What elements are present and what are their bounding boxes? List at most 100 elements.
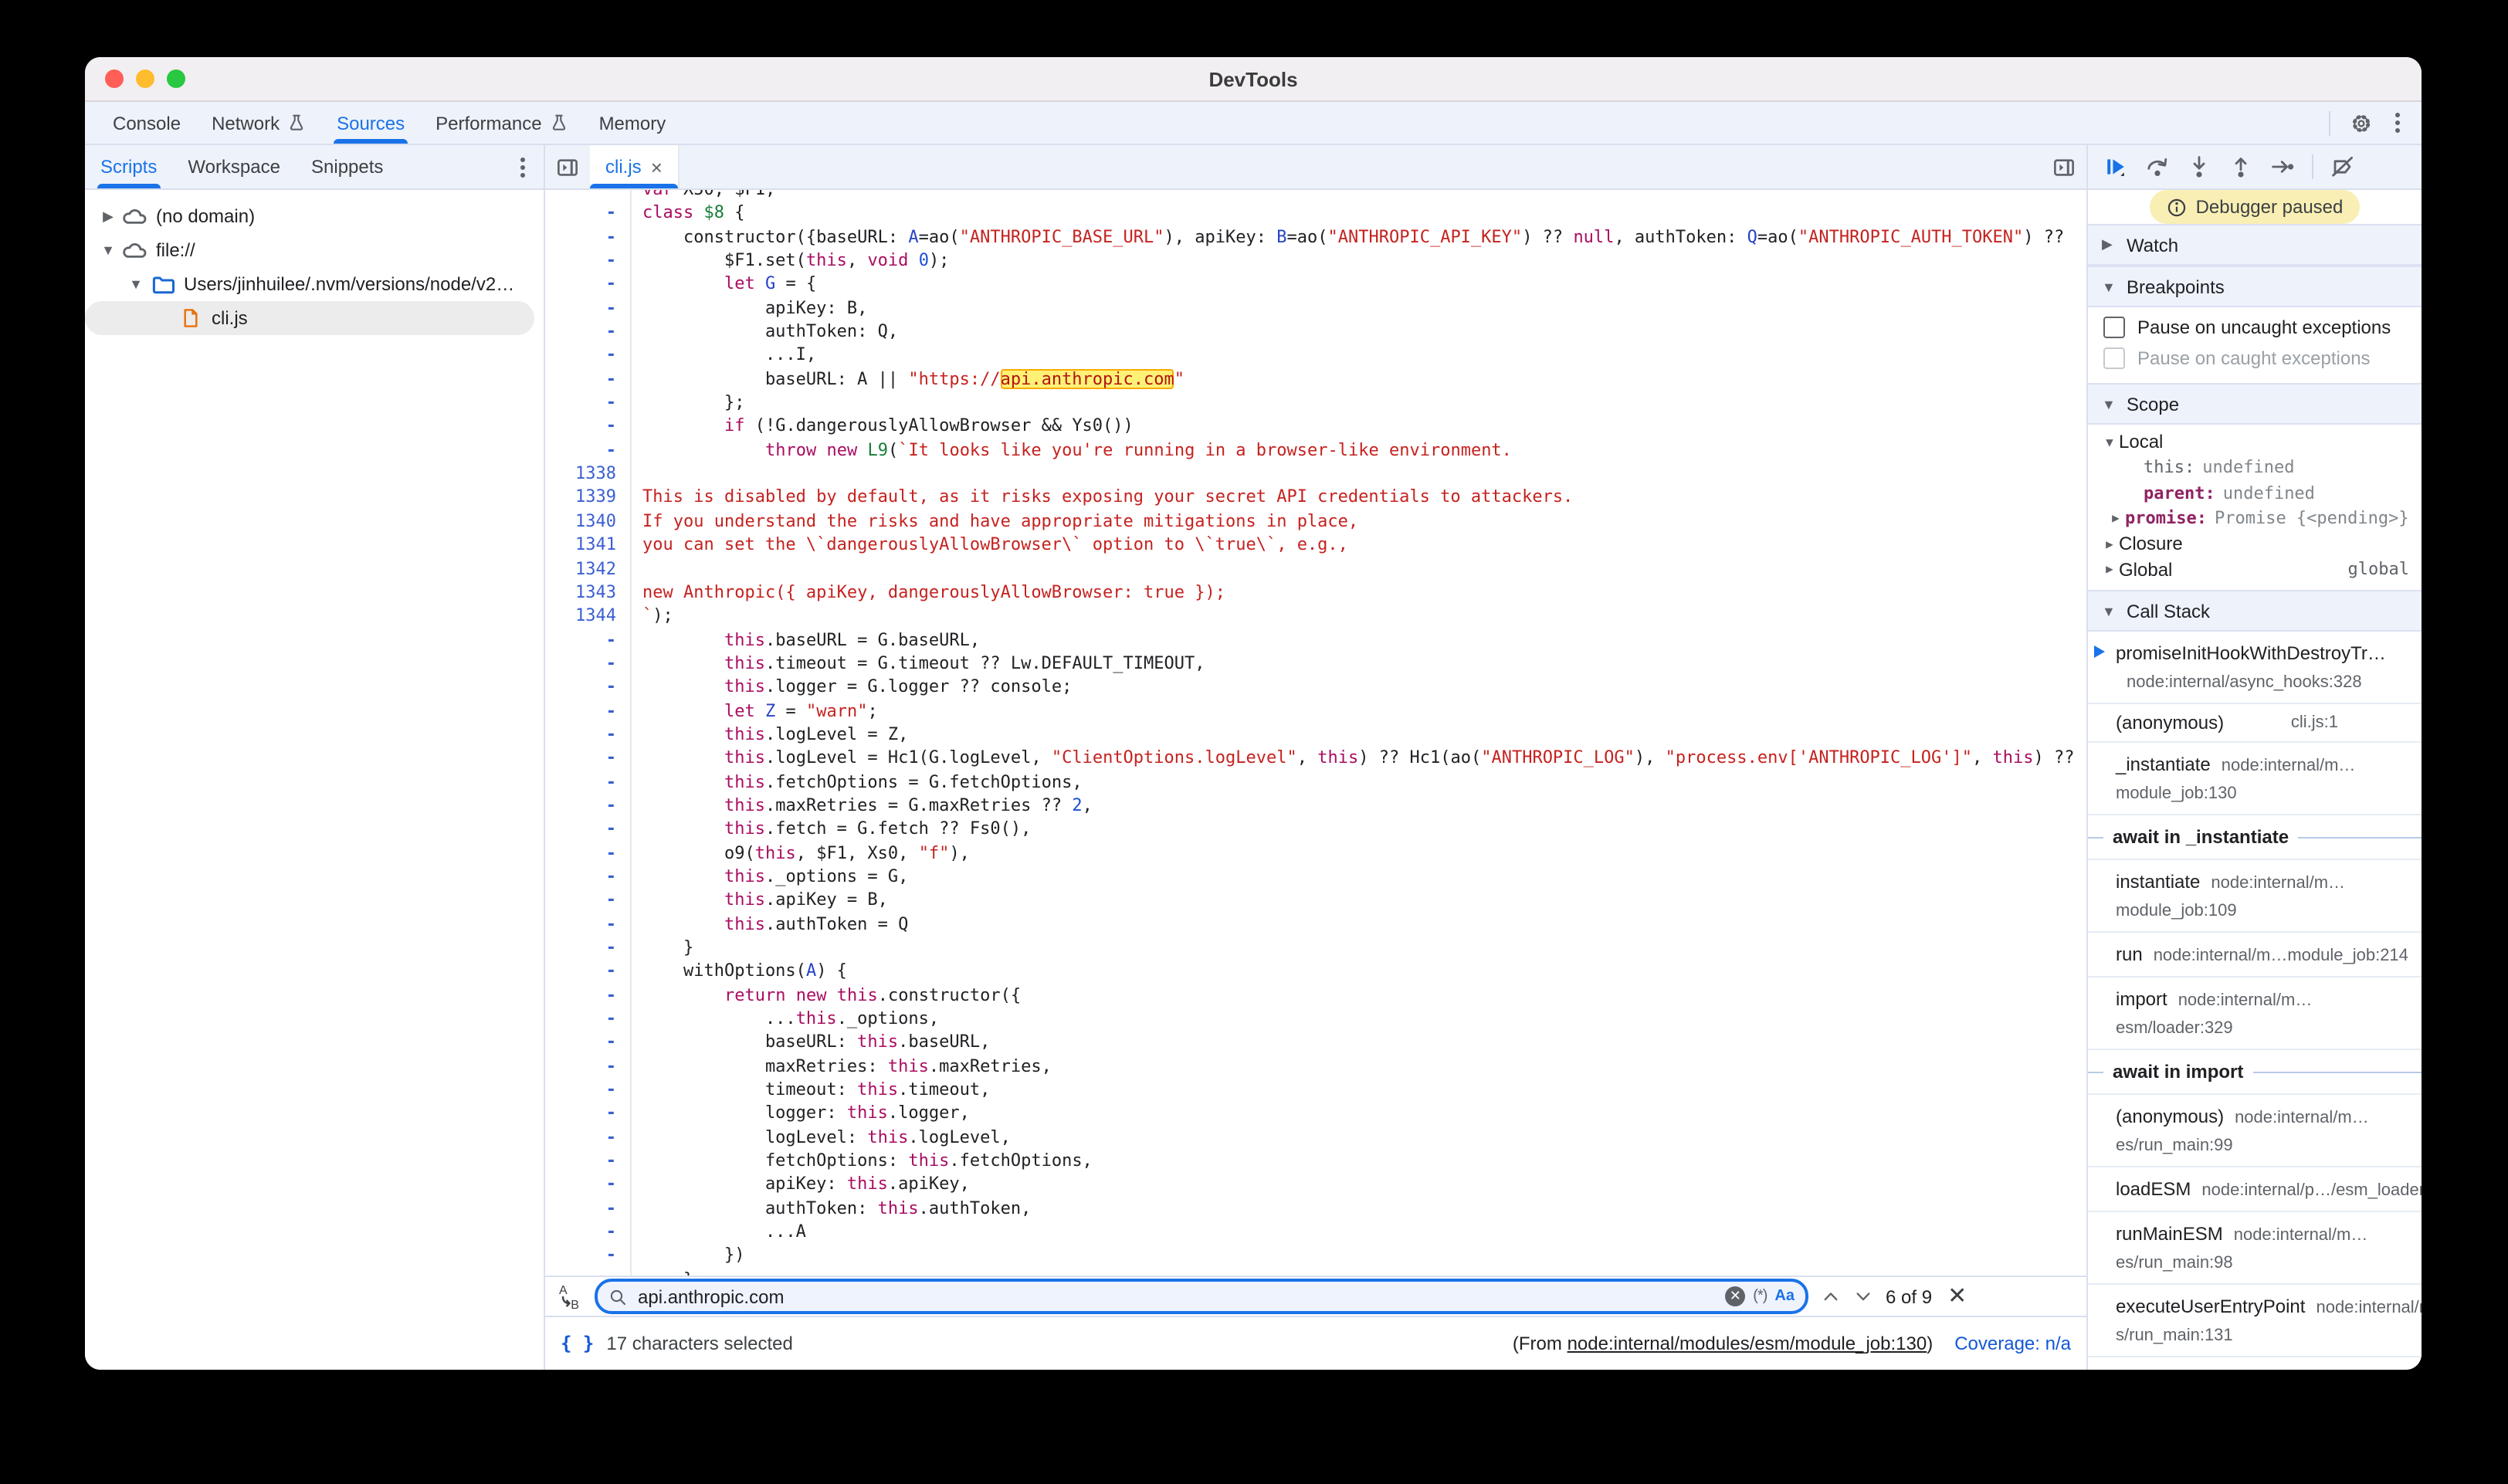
disclosure-collapsed-icon[interactable]: ▶ xyxy=(2106,512,2125,526)
regex-toggle[interactable]: (*) xyxy=(1753,1288,1767,1305)
code-line[interactable]: - baseURL: A || "https://api.anthropic.c… xyxy=(545,368,2086,391)
step-out-icon[interactable] xyxy=(2228,154,2253,179)
section-scope[interactable]: ▼Scope xyxy=(2088,383,2422,425)
breakpoint-gutter-dash[interactable]: - xyxy=(545,273,632,296)
code-line[interactable]: - ...I, xyxy=(545,344,2086,368)
code-line[interactable]: - ...this._options, xyxy=(545,1007,2086,1031)
call-stack-frame[interactable]: _instantiatenode:internal/m…module_job:1… xyxy=(2088,743,2422,815)
code-line[interactable]: - maxRetries: this.maxRetries, xyxy=(545,1054,2086,1078)
code-line[interactable]: - apiKey: this.apiKey, xyxy=(545,1173,2086,1197)
tree-item[interactable]: ▶(no domain) xyxy=(85,199,544,233)
breakpoint-gutter-dash[interactable]: - xyxy=(545,1078,632,1102)
breakpoint-gutter-dash[interactable]: - xyxy=(545,699,632,723)
disclosure-collapsed-icon[interactable]: ▶ xyxy=(2100,563,2119,577)
minimize-window-button[interactable] xyxy=(136,69,154,88)
call-stack-frame[interactable]: loadESMnode:internal/p…/esm_loader:34 xyxy=(2088,1167,2422,1212)
source-link[interactable]: node:internal/modules/esm/module_job:130 xyxy=(1568,1333,1927,1354)
breakpoint-gutter-dash[interactable]: - xyxy=(545,770,632,794)
code-line[interactable]: - ...A xyxy=(545,1220,2086,1244)
replace-toggle-icon[interactable]: AB xyxy=(558,1283,582,1310)
line-number[interactable]: 1338 xyxy=(545,462,632,486)
breakpoint-gutter-dash[interactable]: - xyxy=(545,1244,632,1268)
code-line[interactable]: - }; xyxy=(545,391,2086,415)
code-line[interactable]: - apiKey: B, xyxy=(545,296,2086,320)
tab-console[interactable]: Console xyxy=(97,102,196,144)
disclosure-expanded-icon[interactable]: ▼ xyxy=(2100,435,2119,449)
code-line[interactable]: - this.fetchOptions = G.fetchOptions, xyxy=(545,770,2086,794)
breakpoint-gutter-dash[interactable]: - xyxy=(545,747,632,771)
more-options-icon[interactable] xyxy=(2392,110,2403,136)
call-stack-frame[interactable]: executeUserEntryPointnode:internal/m…s/r… xyxy=(2088,1285,2422,1357)
breakpoint-gutter-dash[interactable]: - xyxy=(545,983,632,1007)
breakpoint-gutter-dash[interactable]: - xyxy=(545,415,632,439)
breakpoint-gutter-dash[interactable]: - xyxy=(545,1173,632,1197)
code-line[interactable]: -class $8 { xyxy=(545,202,2086,225)
code-line[interactable]: 1340If you understand the risks and have… xyxy=(545,510,2086,534)
breakpoint-gutter-dash[interactable]: - xyxy=(545,249,632,273)
code-line[interactable]: 1342 xyxy=(545,557,2086,581)
breakpoint-gutter-dash[interactable]: - xyxy=(545,818,632,842)
step-icon[interactable] xyxy=(2270,154,2295,179)
breakpoint-gutter-dash[interactable]: - xyxy=(545,368,632,391)
breakpoint-gutter-dash[interactable]: - xyxy=(545,936,632,960)
section-watch[interactable]: ▶Watch xyxy=(2088,224,2422,266)
call-stack-frame[interactable]: importnode:internal/m…esm/loader:329 xyxy=(2088,977,2422,1050)
code-line[interactable]: - this.logLevel = Z, xyxy=(545,723,2086,747)
step-into-icon[interactable] xyxy=(2187,154,2211,179)
code-line[interactable]: var X50, $F1; xyxy=(545,190,2086,202)
code-line[interactable]: - this.fetch = G.fetch ?? Fs0(), xyxy=(545,818,2086,842)
code-line[interactable]: - logger: this.logger, xyxy=(545,1102,2086,1126)
code-line[interactable]: 1344`); xyxy=(545,604,2086,628)
call-stack-frame[interactable]: promiseInitHookWithDestroyTr…node:intern… xyxy=(2088,632,2422,704)
code-line[interactable]: - authToken: Q, xyxy=(545,320,2086,344)
code-line[interactable]: 1343new Anthropic({ apiKey, dangerouslyA… xyxy=(545,581,2086,605)
breakpoint-gutter-dash[interactable]: - xyxy=(545,652,632,676)
breakpoint-gutter-dash[interactable]: - xyxy=(545,1268,632,1276)
code-line[interactable]: - this.apiKey = B, xyxy=(545,889,2086,913)
code-line[interactable]: - authToken: this.authToken, xyxy=(545,1197,2086,1221)
tab-performance[interactable]: Performance xyxy=(420,102,583,144)
breakpoint-gutter-dash[interactable]: - xyxy=(545,889,632,913)
breakpoint-gutter-dash[interactable]: - xyxy=(545,1126,632,1150)
disclosure-collapsed-icon[interactable]: ▶ xyxy=(2100,537,2119,551)
code-line[interactable]: 1338 xyxy=(545,462,2086,486)
clear-search-icon[interactable]: ✕ xyxy=(1725,1286,1745,1306)
tab-network[interactable]: Network xyxy=(196,102,321,144)
tree-item[interactable]: ▼file:// xyxy=(85,233,544,267)
line-number[interactable]: 1344 xyxy=(545,604,632,628)
breakpoint-gutter-dash[interactable]: - xyxy=(545,320,632,344)
section-call-stack[interactable]: ▼Call Stack xyxy=(2088,590,2422,632)
tree-item[interactable]: ▼Users/jinhuilee/.nvm/versions/node/v2… xyxy=(85,267,544,301)
coverage-link[interactable]: Coverage: n/a xyxy=(1954,1333,2071,1354)
code-line[interactable]: - if (!G.dangerouslyAllowBrowser && Ys0(… xyxy=(545,415,2086,439)
zoom-window-button[interactable] xyxy=(167,69,185,88)
breakpoint-gutter-dash[interactable]: - xyxy=(545,296,632,320)
code-line[interactable]: 1339This is disabled by default, as it r… xyxy=(545,486,2086,510)
close-window-button[interactable] xyxy=(105,69,124,88)
code-line[interactable]: - o9(this, $F1, Xs0, "f"), xyxy=(545,841,2086,865)
navigator-more-icon[interactable] xyxy=(517,154,528,180)
breakpoint-gutter-dash[interactable]: - xyxy=(545,675,632,699)
close-tab-icon[interactable]: × xyxy=(651,157,663,177)
call-stack-frame[interactable]: (anonymous)cli.js:1 xyxy=(2088,704,2422,743)
code-line[interactable]: - fetchOptions: this.fetchOptions, xyxy=(545,1149,2086,1173)
code-line[interactable]: - this.logger = G.logger ?? console; xyxy=(545,675,2086,699)
navigator-tab-snippets[interactable]: Snippets xyxy=(296,145,398,188)
code-line[interactable]: - this.timeout = G.timeout ?? Lw.DEFAULT… xyxy=(545,652,2086,676)
line-number[interactable]: 1342 xyxy=(545,557,632,581)
search-input[interactable] xyxy=(635,1284,1717,1309)
call-stack-frame[interactable]: (anonymous)node:internal/m…es/run_main:9… xyxy=(2088,1095,2422,1167)
close-find-bar-icon[interactable]: ✕ xyxy=(1947,1285,1967,1308)
scope-row-Global[interactable]: ▶Globalglobal xyxy=(2088,557,2422,582)
disclosure-expanded-icon[interactable]: ▼ xyxy=(125,276,147,292)
pretty-print-icon[interactable]: { } xyxy=(561,1333,594,1354)
code-line[interactable]: - constructor({baseURL: A=ao("ANTHROPIC_… xyxy=(545,225,2086,249)
code-editor[interactable]: var X50, $F1;-class $8 {- constructor({b… xyxy=(545,190,2086,1276)
code-line[interactable]: - let Z = "warn"; xyxy=(545,699,2086,723)
code-line[interactable]: - timeout: this.timeout, xyxy=(545,1078,2086,1102)
navigator-tab-scripts[interactable]: Scripts xyxy=(85,145,172,188)
code-line[interactable]: - withOptions(A) { xyxy=(545,960,2086,984)
code-line[interactable]: - let G = { xyxy=(545,273,2086,296)
breakpoint-gutter-dash[interactable]: - xyxy=(545,202,632,225)
breakpoint-gutter-dash[interactable]: - xyxy=(545,1197,632,1221)
